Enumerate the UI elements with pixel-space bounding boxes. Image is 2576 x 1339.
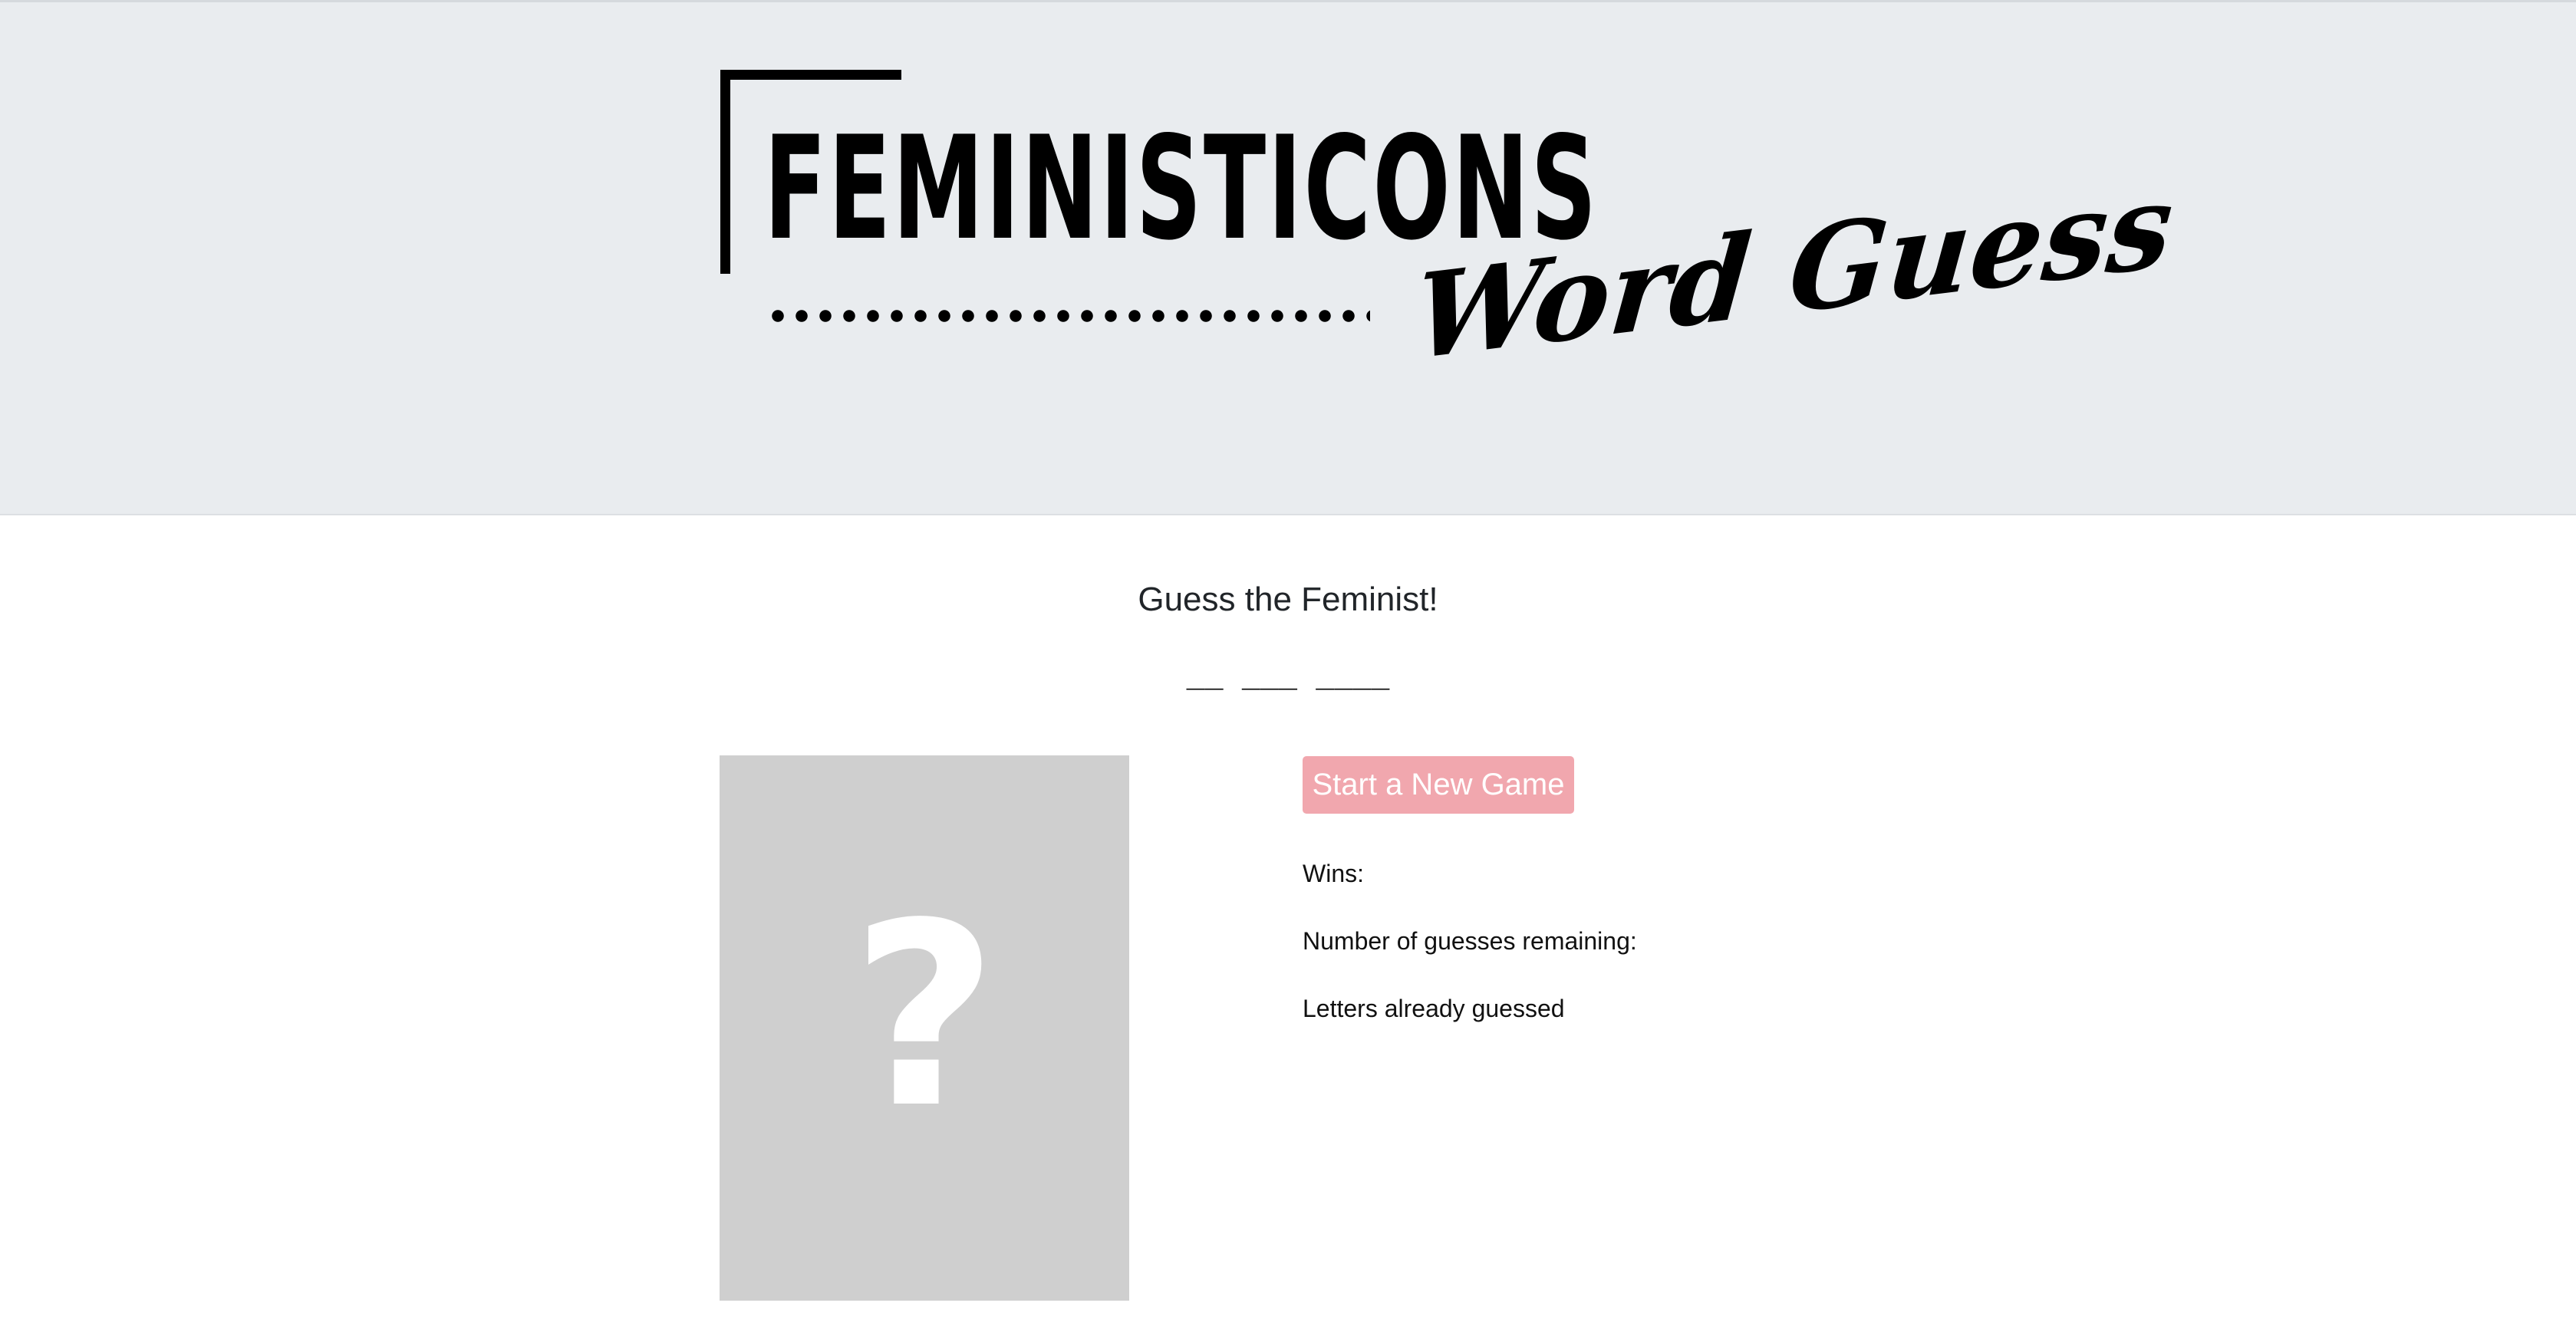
wins-label: Wins: <box>1303 860 1364 887</box>
feminist-portrait-placeholder: ? <box>720 755 1129 1301</box>
logo-dotted-line <box>772 308 1370 324</box>
game-title: Guess the Feminist! <box>1138 581 1438 618</box>
start-new-game-button[interactable]: Start a New Game <box>1303 756 1574 814</box>
guesses-remaining-label: Number of guesses remaining: <box>1303 927 1637 955</box>
logo-bracket-top <box>720 70 901 80</box>
question-mark-icon: ? <box>851 869 998 1163</box>
letters-guessed-label: Letters already guessed <box>1303 995 1565 1022</box>
word-blanks: __ ___ ____ <box>1186 655 1390 690</box>
header-banner: FEMINISTICONS Word Guess <box>0 0 2576 515</box>
logo-bracket-left <box>720 70 730 274</box>
